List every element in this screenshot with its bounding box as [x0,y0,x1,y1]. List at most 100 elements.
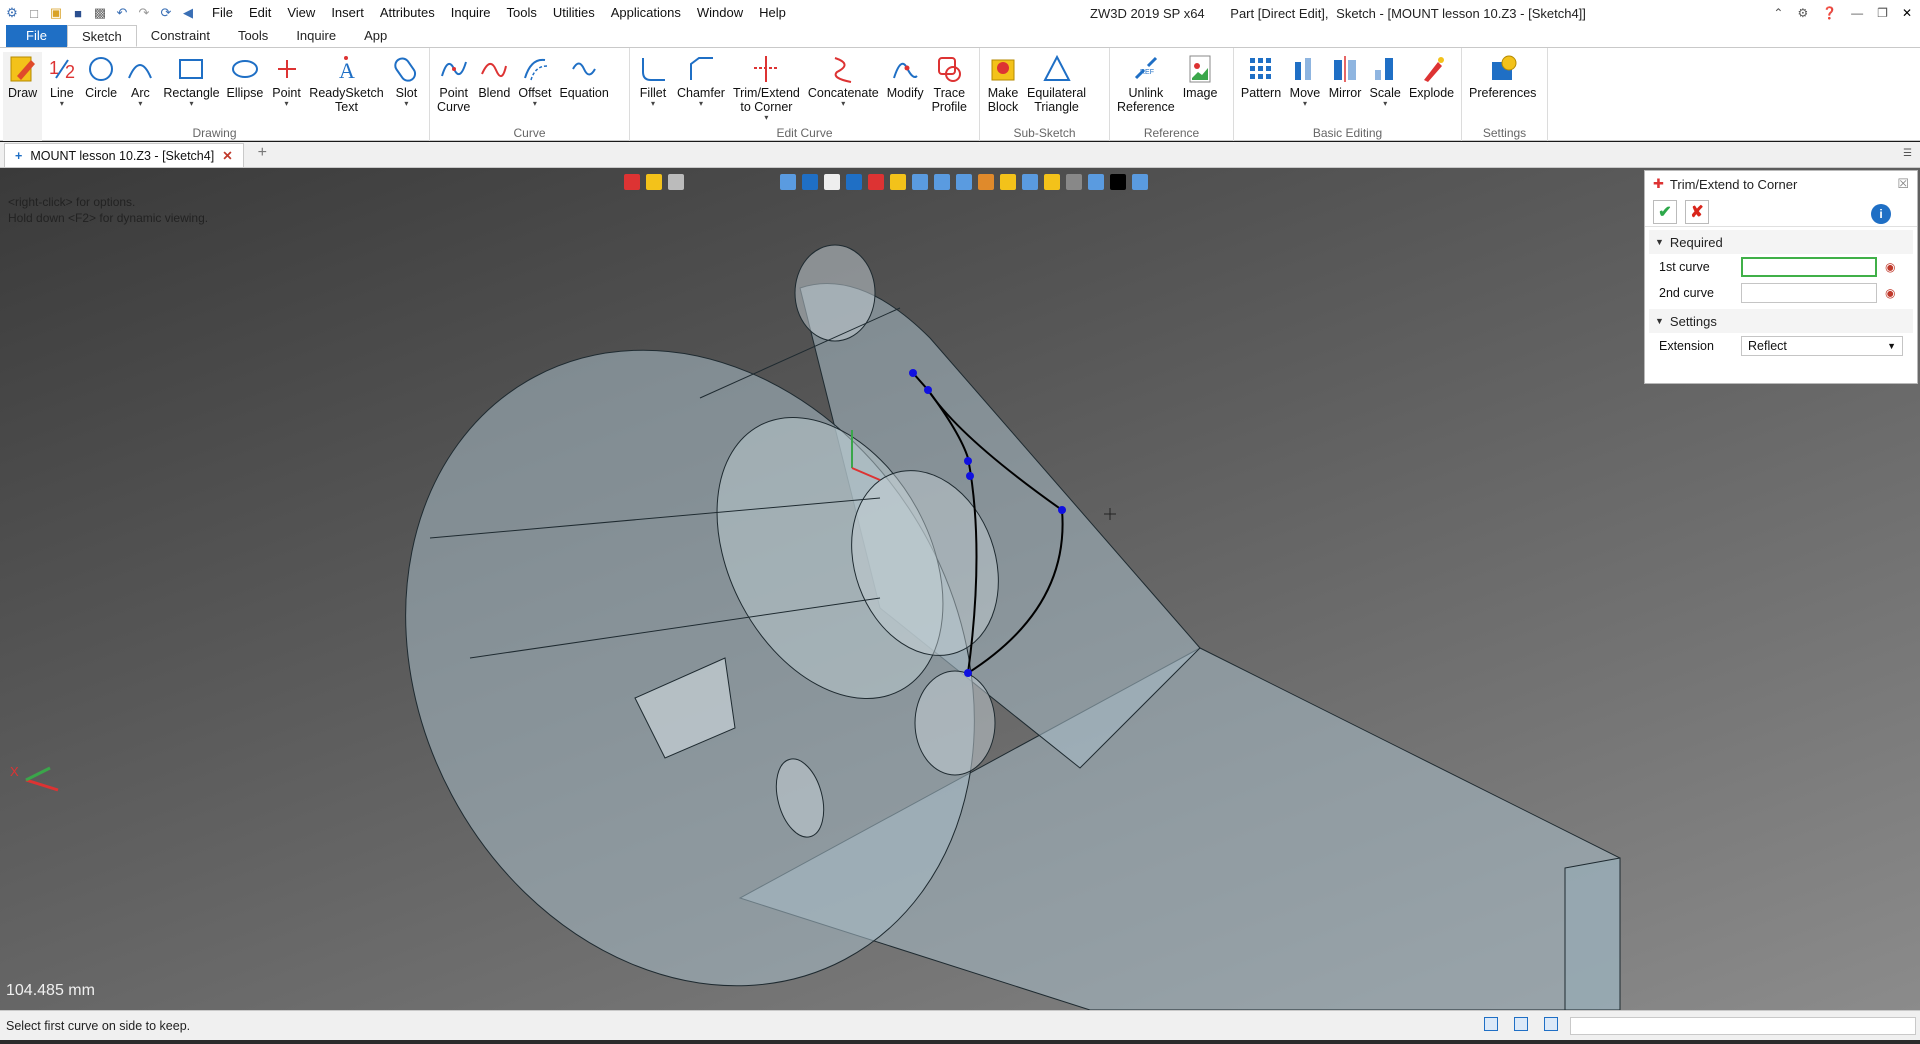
menu-edit[interactable]: Edit [241,0,279,26]
svg-text:2: 2 [65,62,75,82]
text-icon: A [330,52,362,86]
concatenate-icon [827,52,859,86]
command-input[interactable] [1570,1017,1916,1035]
mirror-icon [1329,52,1361,86]
tab-menu-icon[interactable]: ☰ [1903,148,1912,159]
collapse-triangle-icon: ▼ [1655,237,1664,247]
menu-view[interactable]: View [279,0,323,26]
back-arrow-icon[interactable]: ◀ [180,5,196,21]
extension-value: Reflect [1748,339,1787,353]
triangle-icon [1041,52,1073,86]
pick-curve-icon[interactable]: ◉ [1885,286,1895,300]
point-curve-icon [438,52,470,86]
save-icon[interactable]: ■ [70,5,86,21]
required-section-header[interactable]: ▼ Required [1649,230,1913,254]
first-curve-input[interactable] [1741,257,1877,277]
group-label-drawing: Drawing [192,126,237,140]
pattern-icon [1245,52,1277,86]
menu-utilities[interactable]: Utilities [545,0,603,26]
refresh-icon[interactable]: ⟳ [158,5,174,21]
new-file-icon[interactable]: □ [26,5,42,21]
tab-file[interactable]: File [6,25,67,47]
graphics-viewport[interactable]: <right-click> for options. Hold down <F2… [0,168,1920,1010]
app-logo-icon[interactable]: ⚙ [4,5,20,21]
redo-icon[interactable]: ↷ [136,5,152,21]
panel-title: Trim/Extend to Corner [1669,176,1798,192]
window-title: ZW3D 2019 SP x64 Part [Direct Edit], Ske… [1090,0,1608,28]
sketch-point [1058,506,1066,514]
sketch-point [964,669,972,677]
preferences-icon [1487,52,1519,86]
menu-insert[interactable]: Insert [323,0,372,26]
print-icon[interactable]: ▩ [92,5,108,21]
tab-inquire[interactable]: Inquire [282,25,350,47]
menu-applications[interactable]: Applications [603,0,689,26]
ribbon-collapse-icon[interactable]: ⌃ [1773,6,1783,20]
close-tab-icon[interactable]: ✕ [222,148,232,163]
menu-inquire[interactable]: Inquire [443,0,499,26]
ellipse-icon [229,52,261,86]
modify-icon [889,52,921,86]
first-curve-label: 1st curve [1659,260,1710,274]
new-tab-icon[interactable]: + [258,144,267,162]
gear-icon[interactable]: ⚙ [1797,6,1808,20]
product-name: ZW3D 2019 SP x64 [1090,6,1205,21]
unlink-icon: REF [1130,52,1162,86]
cancel-button[interactable]: ✘ [1685,199,1709,224]
group-reference: REF Unlink Reference Image Reference [1110,48,1234,141]
circle-icon [85,52,117,86]
slot-icon [390,52,422,86]
tab-tools[interactable]: Tools [224,25,282,47]
trim-extend-panel: ✚ Trim/Extend to Corner ☒ ✔ ✘ i ▼ Requir… [1644,170,1918,384]
extension-select[interactable]: Reflect ▼ [1741,336,1903,356]
axis-x-label: X [10,764,19,779]
document-title: Sketch - [MOUNT lesson 10.Z3 - [Sketch4]… [1336,6,1586,21]
settings-section-header[interactable]: ▼ Settings [1649,309,1913,333]
close-button[interactable]: ✕ [1902,6,1912,20]
menu-bar: File Edit View Insert Attributes Inquire… [204,0,794,26]
cursor-crosshair [1104,508,1116,520]
second-curve-input[interactable] [1741,283,1877,303]
measurement-readout: 104.485 mm [6,982,95,999]
tab-constraint[interactable]: Constraint [137,25,224,47]
panel-close-icon[interactable]: ☒ [1897,176,1909,192]
panel-icon[interactable] [1544,1017,1558,1031]
model-canvas: X [10,244,1621,1010]
extension-label: Extension [1659,339,1714,353]
make-block-icon [987,52,1019,86]
layout-icon[interactable] [1484,1017,1498,1031]
help-icon[interactable]: ❓ [1822,6,1837,20]
rectangle-icon [175,52,207,86]
minimize-button[interactable]: — [1851,6,1863,20]
first-curve-row: 1st curve ◉ [1645,254,1917,280]
sketch-point [966,472,974,480]
undo-icon[interactable]: ↶ [114,5,130,21]
tab-sketch[interactable]: Sketch [66,25,137,47]
panel-header: ✚ Trim/Extend to Corner ☒ [1645,171,1917,197]
image-icon [1184,52,1216,86]
hole-top [794,244,876,342]
restore-button[interactable]: ❐ [1877,6,1888,20]
sketch-point [924,386,932,394]
info-icon[interactable]: i [1871,204,1891,224]
pick-curve-icon[interactable]: ◉ [1885,260,1895,274]
quick-access-toolbar: ⚙ □ ▣ ■ ▩ ↶ ↷ ⟳ ◀ [0,5,196,21]
group-label-curve: Curve [513,126,546,140]
menu-attributes[interactable]: Attributes [372,0,443,26]
menu-help[interactable]: Help [751,0,794,26]
status-bar: Select first curve on side to keep. [0,1010,1920,1044]
tab-app[interactable]: App [350,25,401,47]
menu-file[interactable]: File [204,0,241,26]
menu-window[interactable]: Window [689,0,751,26]
arc-icon [124,52,156,86]
svg-text:REF: REF [1140,69,1154,76]
menu-tools[interactable]: Tools [499,0,545,26]
open-folder-icon[interactable]: ▣ [48,5,64,21]
ok-button[interactable]: ✔ [1653,199,1677,224]
document-tab[interactable]: + MOUNT lesson 10.Z3 - [Sketch4] ✕ [4,143,244,167]
chamfer-icon [685,52,717,86]
group-label-edit-curve: Edit Curve [776,126,833,140]
display-icon[interactable] [1514,1017,1528,1031]
window-controls: ⌃ ⚙ ❓ — ❐ ✕ [1773,0,1912,26]
group-label-reference: Reference [1143,126,1200,140]
